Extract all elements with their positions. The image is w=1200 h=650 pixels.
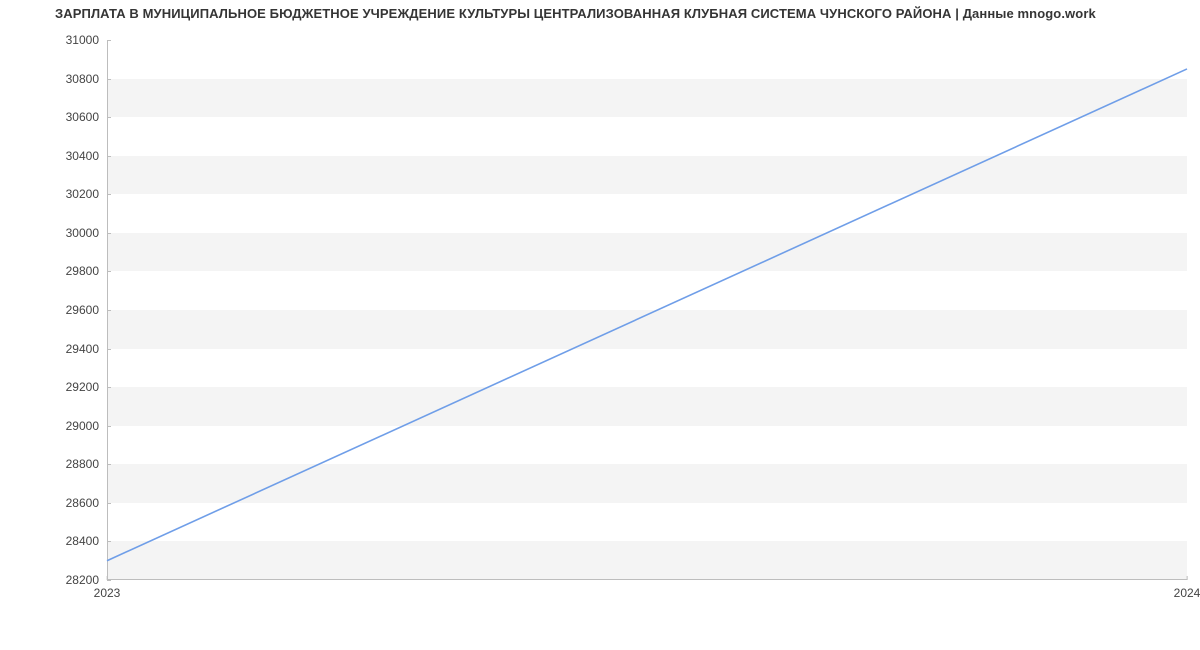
line-series xyxy=(107,40,1187,580)
y-tick-label: 28600 xyxy=(66,496,107,510)
data-line xyxy=(107,69,1187,561)
y-tick-label: 29600 xyxy=(66,303,107,317)
y-tick-label: 28400 xyxy=(66,534,107,548)
plot-area: 2820028400286002880029000292002940029600… xyxy=(107,40,1187,580)
chart-title: ЗАРПЛАТА В МУНИЦИПАЛЬНОЕ БЮДЖЕТНОЕ УЧРЕЖ… xyxy=(55,6,1096,21)
y-tick-label: 29400 xyxy=(66,342,107,356)
y-tick-label: 29200 xyxy=(66,380,107,394)
y-tick-label: 30000 xyxy=(66,226,107,240)
salary-line-chart: ЗАРПЛАТА В МУНИЦИПАЛЬНОЕ БЮДЖЕТНОЕ УЧРЕЖ… xyxy=(0,0,1200,620)
y-tick-label: 31000 xyxy=(66,33,107,47)
y-tick-label: 29000 xyxy=(66,419,107,433)
y-tick-label: 29800 xyxy=(66,264,107,278)
y-tick-label: 30400 xyxy=(66,149,107,163)
y-tick-label: 30600 xyxy=(66,110,107,124)
x-tick-label: 2023 xyxy=(94,580,121,600)
x-tick-label: 2024 xyxy=(1174,580,1200,600)
y-tick-label: 28800 xyxy=(66,457,107,471)
y-tick-label: 30800 xyxy=(66,72,107,86)
y-tick-label: 30200 xyxy=(66,187,107,201)
